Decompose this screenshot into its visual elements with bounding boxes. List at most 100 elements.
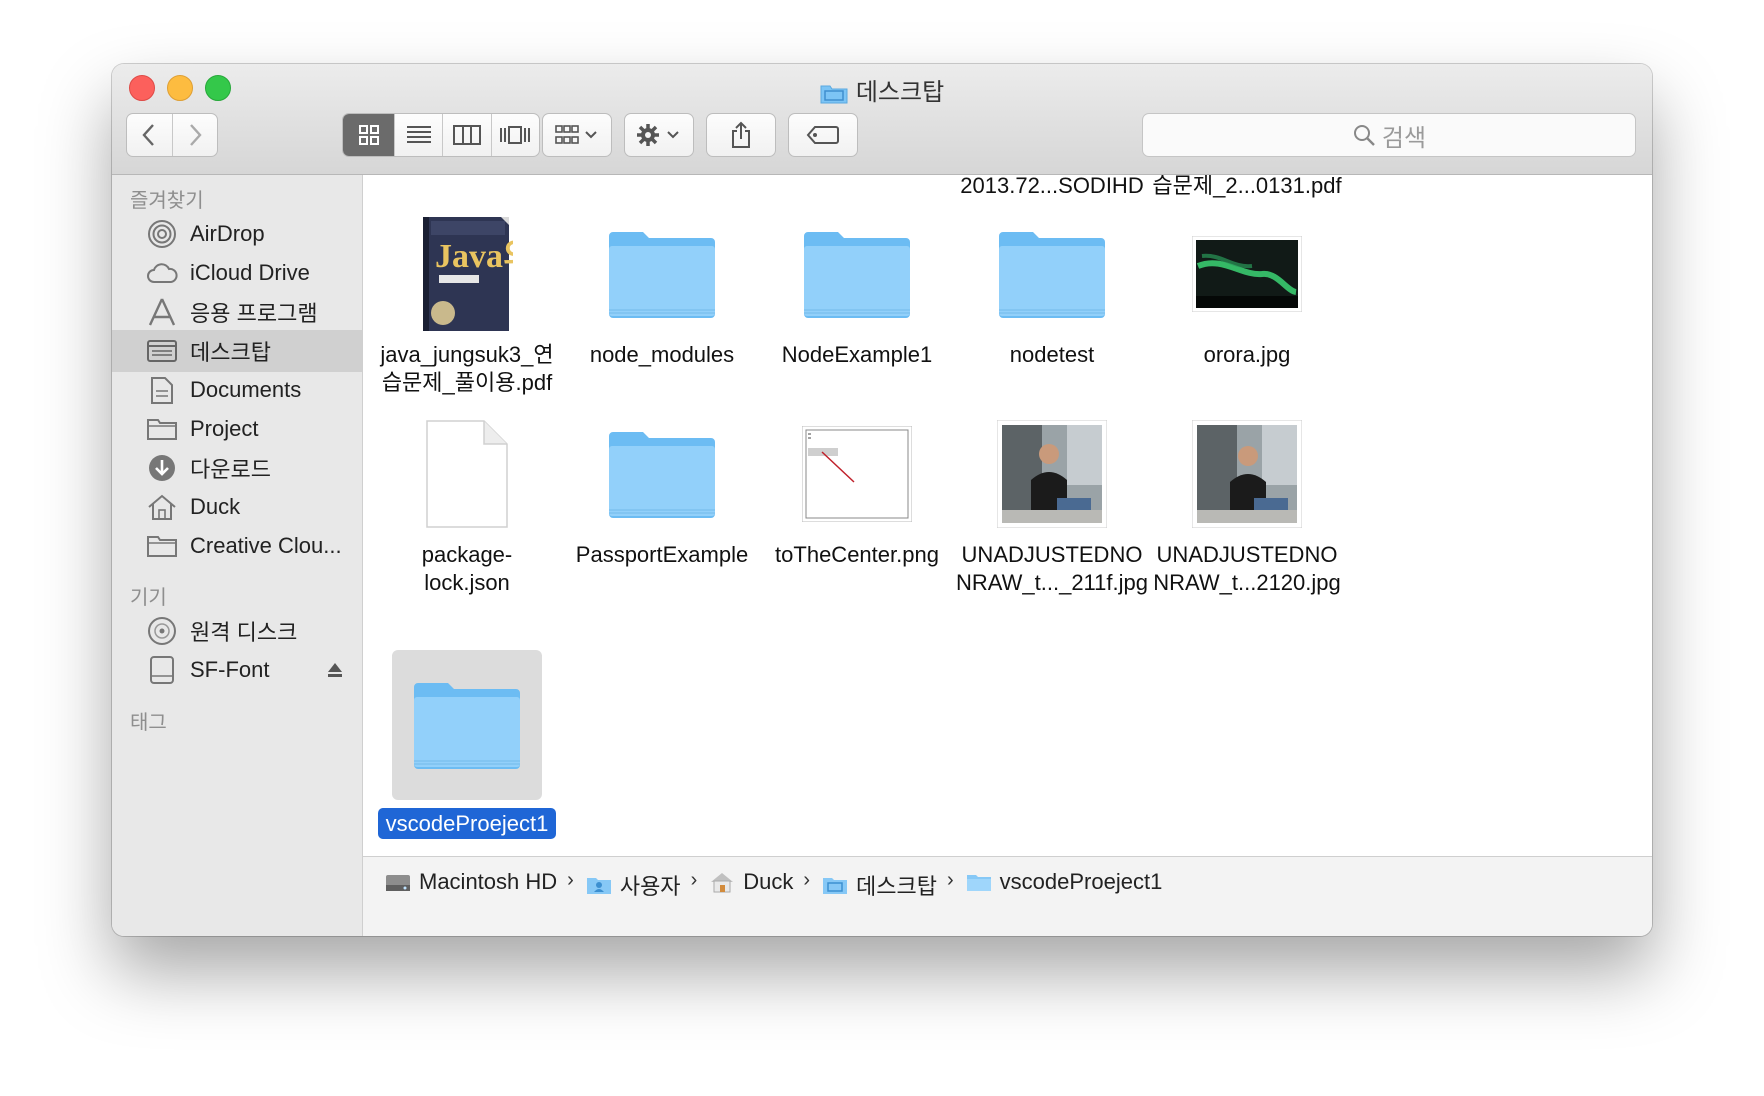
- grid-icon: [358, 125, 379, 145]
- sidebar-item-label: AirDrop: [190, 221, 265, 246]
- file-item-node-modules[interactable]: node_modules: [557, 215, 767, 415]
- sidebar-item-sf-font[interactable]: SF-Font: [112, 649, 362, 691]
- list-view-button[interactable]: [395, 114, 444, 156]
- search-placeholder: 검색: [1381, 124, 1427, 152]
- coverflow-view-button[interactable]: [492, 114, 539, 156]
- back-button[interactable]: [127, 114, 173, 156]
- folder-icon: [603, 415, 721, 533]
- sidebar-item-project[interactable]: Project: [112, 408, 362, 450]
- sidebar-item-label: Creative Clou...: [190, 533, 342, 558]
- folder-icon: [144, 528, 180, 564]
- path-crumb-macintosh-hd[interactable]: Macintosh HD: [385, 869, 557, 895]
- forward-button[interactable]: [173, 114, 218, 156]
- path-bar: Macintosh HD › 사용자 › Duck › 데스크탑 › vscod…: [363, 856, 1652, 936]
- gear-icon: [637, 124, 679, 146]
- column-view-button[interactable]: [443, 114, 492, 156]
- book-title-text: Java의 정석: [435, 237, 513, 275]
- image-thumbnail: [798, 415, 916, 533]
- sidebar-item-label: 다운로드: [190, 457, 271, 482]
- action-button[interactable]: [624, 113, 694, 157]
- coverflow-icon: [500, 126, 531, 144]
- file-label: UNADJUSTEDNO NRAW_t...2120.jpg: [1153, 542, 1341, 595]
- eject-icon[interactable]: [326, 659, 344, 685]
- folder-icon: [392, 650, 542, 800]
- home-icon: [144, 489, 180, 525]
- share-icon: [732, 121, 750, 148]
- desktop-icon: [144, 333, 180, 369]
- chevron-right-icon: [189, 124, 202, 146]
- file-item-package-lock[interactable]: package- lock.json: [363, 415, 572, 615]
- partial-file-label: 2013.72...SODIHD: [960, 175, 1144, 198]
- path-separator: ›: [803, 869, 811, 891]
- sidebar-item-icloud-drive[interactable]: iCloud Drive: [112, 252, 362, 294]
- tag-icon: [806, 126, 839, 144]
- view-mode-segmented: [342, 113, 540, 157]
- path-separator: ›: [690, 869, 698, 891]
- sidebar-item-applications[interactable]: 응용 프로그램: [112, 291, 362, 333]
- sidebar-item-documents[interactable]: Documents: [112, 369, 362, 411]
- navigation-group: [126, 113, 218, 157]
- sidebar-item-desktop[interactable]: 데스크탑: [112, 330, 362, 372]
- partial-file-label: 습문제_2...0131.pdf: [1152, 175, 1342, 198]
- sidebar-item-label: 데스크탑: [190, 340, 271, 365]
- tags-header: 태그: [130, 712, 167, 734]
- folder-icon: [144, 411, 180, 447]
- file-item-passportexample[interactable]: PassportExample: [557, 415, 767, 615]
- sidebar-item-remote-disc[interactable]: 원격 디스크: [112, 610, 362, 652]
- pdf-book-thumbnail: Java의 정석: [408, 215, 526, 333]
- sidebar-item-label: Project: [190, 416, 259, 441]
- search-field[interactable]: 검색: [1142, 113, 1636, 157]
- folder-icon: [966, 872, 992, 892]
- window-title: 데스크탑: [112, 72, 1652, 111]
- favorites-header: 즐겨찾기: [130, 190, 204, 212]
- download-icon: [144, 450, 180, 486]
- image-thumbnail: [1188, 215, 1306, 333]
- cloud-icon: [144, 255, 180, 291]
- share-button[interactable]: [706, 113, 776, 157]
- devices-header: 기기: [130, 587, 167, 609]
- path-crumb-users[interactable]: 사용자: [586, 869, 681, 901]
- file-label-selected: vscodeProeject1: [363, 808, 572, 839]
- file-item-tothecenter[interactable]: toTheCenter.png: [752, 415, 962, 615]
- tag-button[interactable]: [788, 113, 858, 157]
- sidebar-item-airdrop[interactable]: AirDrop: [112, 213, 362, 255]
- icon-view-button[interactable]: [343, 114, 396, 156]
- arrange-button[interactable]: [542, 113, 612, 157]
- file-item-nodetest[interactable]: nodetest: [947, 215, 1157, 415]
- folder-icon: [820, 82, 848, 111]
- sidebar-item-creative-cloud[interactable]: Creative Clou...: [112, 525, 362, 567]
- file-item-vscodeproeject1[interactable]: vscodeProeject1: [363, 650, 572, 855]
- sidebar-item-label: iCloud Drive: [190, 260, 310, 285]
- file-label: java_jungsuk3_연 습문제_풀이용.pdf: [380, 342, 554, 395]
- folder-icon: [993, 215, 1111, 333]
- path-crumb-duck[interactable]: Duck: [709, 869, 793, 895]
- document-icon: [408, 415, 526, 533]
- path-crumb-desktop[interactable]: 데스크탑: [822, 869, 937, 901]
- file-item-orora[interactable]: orora.jpg: [1142, 215, 1352, 415]
- sidebar-item-label: 응용 프로그램: [190, 301, 318, 326]
- disc-icon: [144, 613, 180, 649]
- file-item-unadjusted-2120[interactable]: UNADJUSTEDNO NRAW_t...2120.jpg: [1142, 415, 1352, 615]
- sidebar-item-label: SF-Font: [190, 657, 270, 682]
- file-label: node_modules: [589, 342, 735, 367]
- drive-icon: [144, 652, 180, 688]
- sidebar-item-label: Duck: [190, 494, 241, 519]
- file-label: package- lock.json: [421, 542, 513, 595]
- sidebar: 즐겨찾기 AirDrop iCloud Drive 응용 프로그램 데스크탑 D…: [112, 175, 363, 936]
- folder-icon: [798, 215, 916, 333]
- sidebar-item-downloads[interactable]: 다운로드: [112, 447, 362, 489]
- list-icon: [406, 126, 431, 143]
- group-icon: [555, 125, 597, 144]
- file-label: UNADJUSTEDNO NRAW_t..._211f.jpg: [956, 542, 1148, 595]
- file-item-unadjusted-211f[interactable]: UNADJUSTEDNO NRAW_t..._211f.jpg: [947, 415, 1157, 615]
- desktop-folder-icon: [822, 875, 848, 895]
- sidebar-item-duck[interactable]: Duck: [112, 486, 362, 528]
- file-item-nodeexample1[interactable]: NodeExample1: [752, 215, 962, 415]
- toolbar: 데스크탑 검색: [112, 64, 1652, 175]
- path-crumb-vscodeproeject1[interactable]: vscodeProeject1: [966, 869, 1162, 895]
- file-label: NodeExample1: [781, 342, 933, 367]
- file-item-java-pdf[interactable]: Java의 정석 java_jungsuk3_연 습문제_풀이용.pdf: [363, 215, 572, 415]
- photo-thumbnail: [993, 415, 1111, 533]
- home-icon: [709, 871, 735, 893]
- folder-icon: [603, 215, 721, 333]
